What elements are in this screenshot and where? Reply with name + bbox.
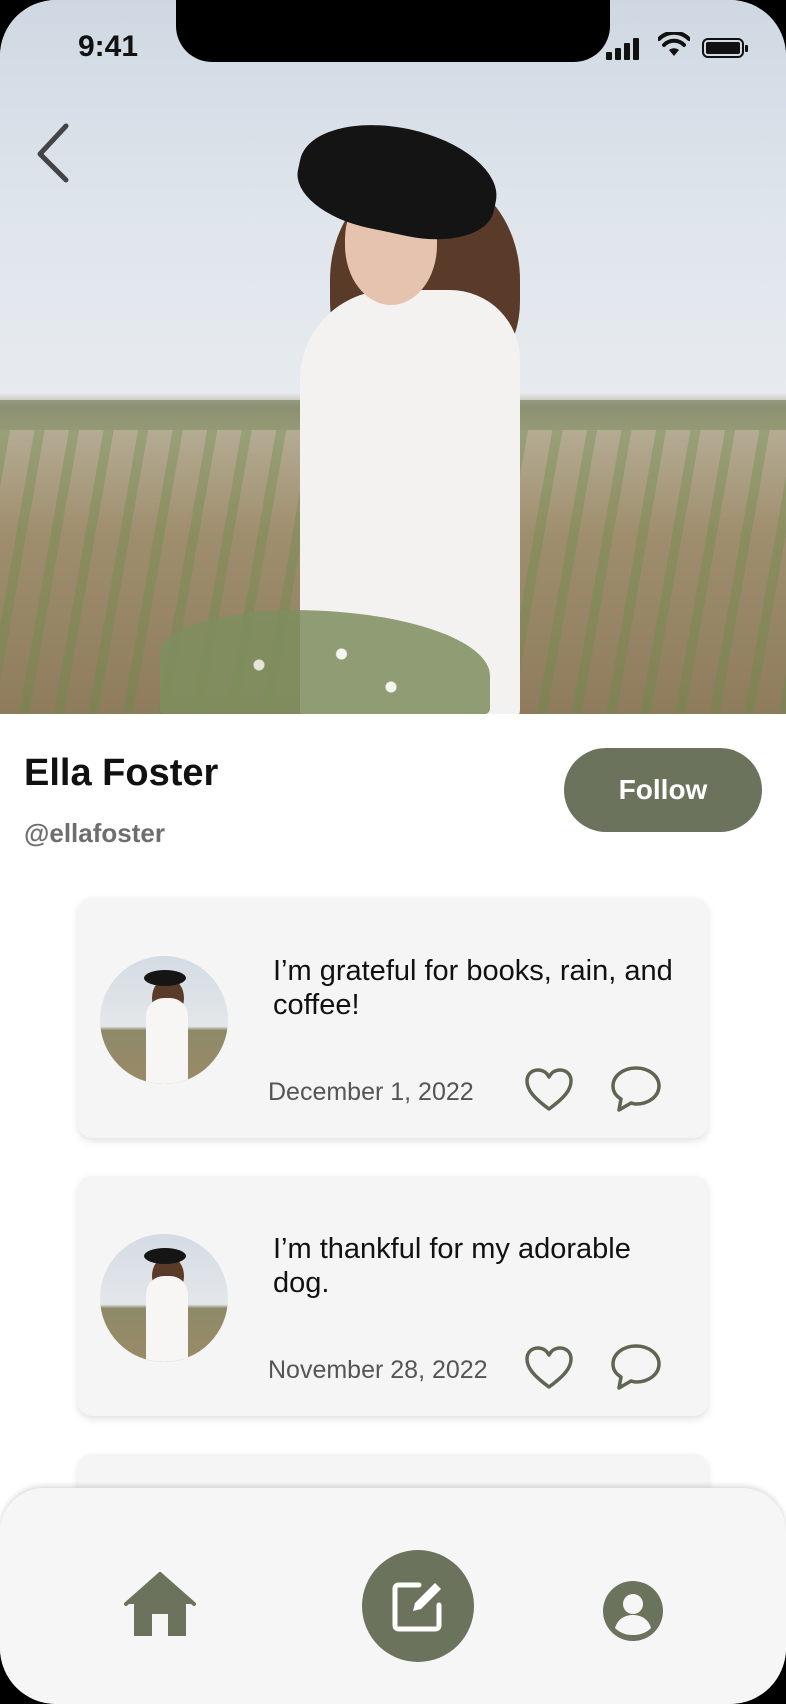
follow-button[interactable]: Follow bbox=[564, 748, 762, 832]
post-text: I’m grateful for books, rain, and coffee… bbox=[273, 955, 673, 1021]
compose-button[interactable] bbox=[362, 1550, 474, 1662]
profile-icon[interactable] bbox=[602, 1580, 664, 1642]
profile-handle: @ellafoster bbox=[24, 818, 165, 848]
comment-icon[interactable] bbox=[610, 1342, 662, 1392]
post-date: November 28, 2022 bbox=[268, 1356, 488, 1384]
status-time: 9:41 bbox=[78, 30, 139, 63]
profile-name: Ella Foster bbox=[24, 752, 219, 794]
compose-icon bbox=[392, 1582, 442, 1632]
avatar[interactable] bbox=[100, 1234, 228, 1362]
post-text: I’m thankful for my adorable dog. bbox=[273, 1233, 631, 1299]
heart-icon[interactable] bbox=[524, 1346, 574, 1390]
heart-icon[interactable] bbox=[524, 1068, 574, 1112]
phone-screen: 9:41 Ella Foster @ellafoster Follow I’m … bbox=[0, 0, 786, 1704]
avatar[interactable] bbox=[100, 956, 228, 1084]
person-hat bbox=[289, 108, 507, 253]
back-chevron-icon[interactable] bbox=[30, 118, 80, 184]
comment-icon[interactable] bbox=[610, 1064, 662, 1114]
device-notch bbox=[176, 0, 610, 62]
battery-icon bbox=[702, 38, 748, 58]
profile-cover-photo bbox=[0, 0, 786, 714]
post-card: I’m thankful for my adorable dog. Novemb… bbox=[78, 1176, 708, 1416]
bottom-nav bbox=[0, 1488, 786, 1704]
post-card: I’m grateful for books, rain, and coffee… bbox=[78, 898, 708, 1138]
post-date: December 1, 2022 bbox=[268, 1078, 474, 1106]
home-icon[interactable] bbox=[122, 1570, 198, 1640]
wifi-icon bbox=[658, 32, 690, 56]
